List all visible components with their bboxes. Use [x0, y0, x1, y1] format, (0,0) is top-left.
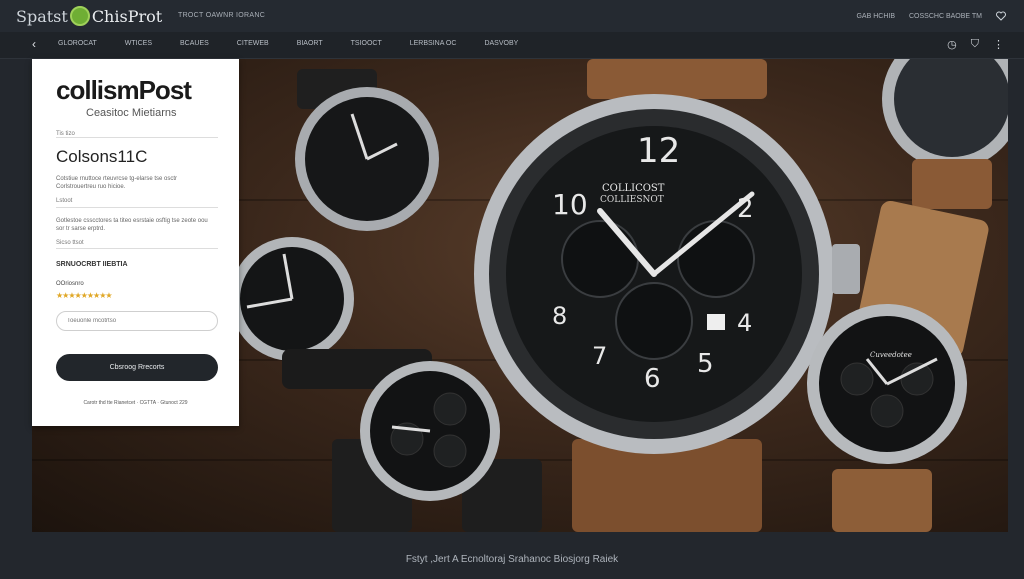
nav-item-2[interactable]: WTICES	[125, 40, 152, 47]
product-title: Colsons11C	[56, 147, 148, 166]
top-link-2[interactable]: COSSCHC BAOBE TM	[909, 13, 982, 20]
panel-tagline: Ceasitoc Mietiarns	[86, 107, 177, 119]
nav-item-3[interactable]: BCAUES	[180, 40, 209, 47]
rating-label: OOriosnro	[56, 281, 84, 287]
nav-item-5[interactable]: BIAORT	[297, 40, 323, 47]
nav-item-1[interactable]: GLOROCAT	[58, 40, 97, 47]
fine-print: Carotr thd tte Rianetcet · CGTTA · Gtuno…	[83, 400, 188, 406]
svg-text:10: 10	[552, 188, 588, 221]
brand-logo[interactable]: Spatst ChisProt	[16, 5, 162, 27]
nav-item-6[interactable]: TSIOOCT	[351, 40, 382, 47]
nav-items: GLOROCAT WTICES BCAUES CITEWEB BIAORT TS…	[58, 40, 546, 47]
svg-text:4: 4	[737, 309, 752, 337]
brand-name-right: ChisProt	[91, 6, 163, 26]
nav-item-4[interactable]: CITEWEB	[237, 40, 269, 47]
nav-item-7[interactable]: LERBSINA OC	[410, 40, 457, 47]
svg-text:6: 6	[644, 364, 661, 394]
panel-label-2: Lstoot	[56, 198, 73, 204]
svg-text:12: 12	[637, 131, 680, 171]
top-meta-text: TROCT OAWNR IORANC	[178, 12, 266, 19]
right-watch-brand: Cuveedotee	[870, 351, 912, 359]
nav-actions: ◷ ⛉ ⋮	[947, 38, 1004, 51]
divider	[56, 248, 218, 249]
divider	[56, 137, 218, 138]
globe-logo-icon	[69, 6, 90, 26]
nav-item-8[interactable]: DASVOBY	[484, 40, 518, 47]
svg-text:8: 8	[552, 302, 567, 330]
search-input[interactable]	[56, 311, 218, 331]
top-bar: Spatst ChisProt TROCT OAWNR IORANC GAB H…	[0, 0, 1024, 32]
chevron-left-icon[interactable]: ‹	[32, 37, 36, 51]
divider	[56, 207, 218, 208]
brand-name-left: Spatst	[16, 6, 68, 26]
clock-icon[interactable]: ◷	[947, 38, 957, 51]
panel-logo: collismPost	[56, 75, 192, 105]
nav-bar: ‹ GLOROCAT WTICES BCAUES CITEWEB BIAORT …	[0, 32, 1024, 59]
top-right-links: GAB HCHIB COSSCHC BAOBE TM	[856, 11, 1006, 21]
panel-label-3: Sicso ttsot	[56, 240, 84, 246]
svg-text:2: 2	[737, 194, 754, 224]
main-watch-brand: COLLICOST	[602, 183, 665, 194]
cta-button[interactable]: Cbsroog Rrecorts	[56, 354, 218, 381]
svg-text:5: 5	[697, 349, 714, 379]
star-rating: ★★★★★★★★★	[56, 291, 113, 300]
heart-icon[interactable]	[996, 11, 1006, 21]
main-watch-subbrand: COLLIESNOT	[600, 195, 664, 205]
promo-text: SRNUOCRBT IIEBTIA	[56, 261, 128, 268]
footer-caption: Fstyt ,Jert A Ecnoltoraj Srahanoc Biosjo…	[405, 554, 619, 565]
svg-text:7: 7	[592, 342, 607, 370]
product-panel: collismPost Ceasitoc Mietiarns Tis tizo …	[32, 59, 239, 426]
panel-label-1: Tis tizo	[56, 131, 75, 137]
product-details: Gotlestoe csscctores ta titeo esrstaie o…	[56, 218, 208, 232]
shield-icon[interactable]: ⛉	[971, 38, 979, 51]
more-icon[interactable]: ⋮	[993, 38, 1004, 51]
product-description: Cotstiue rnuttoce rteuvrcse tg-elarse ts…	[56, 176, 178, 190]
top-link-1[interactable]: GAB HCHIB	[856, 13, 895, 20]
